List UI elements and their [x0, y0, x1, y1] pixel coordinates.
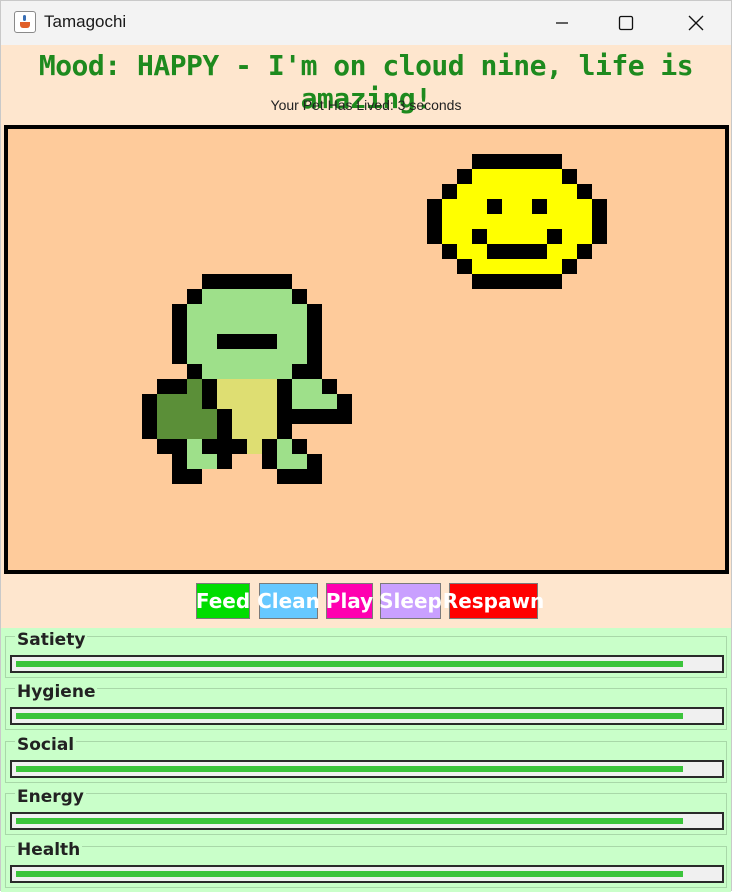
smiley-face [427, 154, 607, 293]
hygiene-bar [10, 707, 724, 725]
play-button[interactable]: Play [326, 583, 373, 619]
feed-button[interactable]: Feed [196, 583, 250, 619]
minimize-button[interactable] [539, 1, 585, 45]
java-cup-icon [14, 11, 36, 33]
sleep-button[interactable]: Sleep [379, 583, 442, 619]
lived-time-text: Your Pet Has Lived: 3 seconds [270, 97, 462, 113]
stat-energy: Energy [5, 785, 727, 835]
satiety-bar [10, 655, 724, 673]
health-bar [10, 865, 724, 883]
maximize-icon [618, 15, 634, 31]
close-button[interactable] [673, 1, 719, 45]
stat-hygiene: Hygiene [5, 680, 727, 730]
close-icon [688, 15, 704, 31]
respawn-button[interactable]: Respawn [443, 583, 544, 619]
clean-button[interactable]: Clean [257, 583, 320, 619]
minimize-icon [556, 22, 568, 24]
maximize-button[interactable] [603, 1, 649, 45]
window-title: Tamagochi [44, 12, 127, 31]
stat-satiety: Satiety [5, 628, 727, 678]
stat-social: Social [5, 733, 727, 783]
stat-label: Satiety [15, 630, 88, 650]
energy-bar [10, 812, 724, 830]
stats-panel: Satiety Hygiene Social Energy Health [1, 628, 731, 892]
stat-label: Health [15, 840, 83, 860]
stat-label: Hygiene [15, 682, 98, 702]
turtle-pet [142, 274, 367, 488]
stat-health: Health [5, 838, 727, 888]
social-bar [10, 760, 724, 778]
title-bar[interactable]: Tamagochi [1, 1, 731, 45]
stat-label: Social [15, 735, 77, 755]
action-buttons: Feed Clean Play Sleep Respawn [1, 583, 731, 621]
stat-label: Energy [15, 787, 86, 807]
pet-canvas[interactable] [4, 125, 729, 574]
app-window: Tamagochi Mood: HAPPY - I'm on cloud nin… [0, 0, 732, 892]
